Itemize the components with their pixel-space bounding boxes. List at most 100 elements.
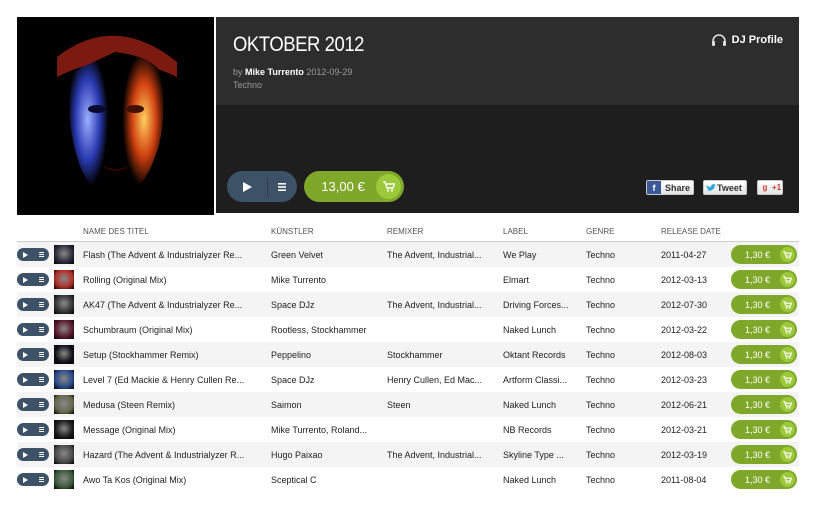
track-genre[interactable]: Techno [586,450,646,460]
buy-track-button[interactable]: 1,30 € [731,270,797,289]
track-label[interactable]: Naked Lunch [503,475,581,485]
track-title[interactable]: AK47 (The Advent & Industrialyzer Re... [83,300,263,310]
track-label[interactable]: Elmart [503,275,581,285]
track-remixer[interactable]: The Advent, Industrial... [387,300,497,310]
track-remixer[interactable]: Stockhammer [387,350,497,360]
track-thumbnail[interactable] [54,345,74,364]
track-label[interactable]: Naked Lunch [503,400,581,410]
track-artist[interactable]: Space DJz [271,375,381,385]
dj-profile-link[interactable]: DJ Profile [711,34,783,46]
track-title[interactable]: Flash (The Advent & Industrialyzer Re... [83,250,263,260]
track-play-button[interactable] [17,323,33,336]
buy-track-button[interactable]: 1,30 € [731,320,797,339]
track-genre[interactable]: Techno [586,325,646,335]
track-play-button[interactable] [17,423,33,436]
col-release-date-header[interactable]: RELEASE DATE [661,227,721,236]
playlist-button[interactable] [268,171,296,202]
track-label[interactable]: Skyline Type ... [503,450,581,460]
track-thumbnail[interactable] [54,470,74,489]
track-queue-button[interactable] [33,473,49,486]
buy-release-button[interactable]: 13,00 € [304,171,404,202]
table-row[interactable]: AK47 (The Advent & Industrialyzer Re... … [17,292,799,317]
col-remixer-header[interactable]: REMIXER [387,227,423,236]
track-title[interactable]: Level 7 (Ed Mackie & Henry Cullen Re... [83,375,263,385]
track-label[interactable]: Driving Forces... [503,300,581,310]
play-button[interactable] [227,171,267,202]
track-label[interactable]: Artform Classi... [503,375,581,385]
table-row[interactable]: Level 7 (Ed Mackie & Henry Cullen Re... … [17,367,799,392]
track-thumbnail[interactable] [54,270,74,289]
track-queue-button[interactable] [33,298,49,311]
track-genre[interactable]: Techno [586,375,646,385]
track-genre[interactable]: Techno [586,350,646,360]
track-remixer[interactable]: The Advent, Industrial... [387,450,497,460]
buy-track-button[interactable]: 1,30 € [731,445,797,464]
track-artist[interactable]: Mike Turrento [271,275,381,285]
track-queue-button[interactable] [33,448,49,461]
track-queue-button[interactable] [33,323,49,336]
track-title[interactable]: Awo Ta Kos (Original Mix) [83,475,263,485]
track-play-button[interactable] [17,273,33,286]
track-thumbnail[interactable] [54,445,74,464]
buy-track-button[interactable]: 1,30 € [731,470,797,489]
track-label[interactable]: Naked Lunch [503,325,581,335]
release-artist-link[interactable]: Mike Turrento [245,67,304,77]
track-play-button[interactable] [17,348,33,361]
track-artist[interactable]: Saimon [271,400,381,410]
track-play-button[interactable] [17,248,33,261]
track-genre[interactable]: Techno [586,425,646,435]
col-title-header[interactable]: NAME DES TITEL [83,227,149,236]
track-artist[interactable]: Green Velvet [271,250,381,260]
table-row[interactable]: Hazard (The Advent & Industrialyzer R...… [17,442,799,467]
buy-track-button[interactable]: 1,30 € [731,370,797,389]
table-row[interactable]: Rolling (Original Mix) Mike Turrento Elm… [17,267,799,292]
buy-track-button[interactable]: 1,30 € [731,420,797,439]
track-remixer[interactable]: Steen [387,400,497,410]
track-thumbnail[interactable] [54,395,74,414]
track-thumbnail[interactable] [54,295,74,314]
table-row[interactable]: Setup (Stockhammer Remix) Peppelino Stoc… [17,342,799,367]
track-play-button[interactable] [17,448,33,461]
track-queue-button[interactable] [33,423,49,436]
track-remixer[interactable]: Henry Cullen, Ed Mac... [387,375,497,385]
track-title[interactable]: Message (Original Mix) [83,425,263,435]
col-label-header[interactable]: LABEL [503,227,528,236]
table-row[interactable]: Awo Ta Kos (Original Mix) Sceptical C Na… [17,467,799,492]
table-row[interactable]: Medusa (Steen Remix) Saimon Steen Naked … [17,392,799,417]
track-genre[interactable]: Techno [586,475,646,485]
col-genre-header[interactable]: GENRE [586,227,614,236]
track-remixer[interactable]: The Advent, Industrial... [387,250,497,260]
track-thumbnail[interactable] [54,420,74,439]
track-play-button[interactable] [17,373,33,386]
facebook-share-button[interactable]: f Share [646,180,694,195]
buy-track-button[interactable]: 1,30 € [731,395,797,414]
track-title[interactable]: Rolling (Original Mix) [83,275,263,285]
table-row[interactable]: Flash (The Advent & Industrialyzer Re...… [17,242,799,267]
track-artist[interactable]: Rootless, Stockhammer [271,325,381,335]
track-thumbnail[interactable] [54,320,74,339]
track-play-button[interactable] [17,398,33,411]
col-artist-header[interactable]: KÜNSTLER [271,227,314,236]
buy-track-button[interactable]: 1,30 € [731,345,797,364]
tweet-button[interactable]: Tweet [703,180,747,195]
buy-track-button[interactable]: 1,30 € [731,295,797,314]
track-queue-button[interactable] [33,248,49,261]
track-queue-button[interactable] [33,348,49,361]
track-artist[interactable]: Peppelino [271,350,381,360]
track-artist[interactable]: Sceptical C [271,475,381,485]
track-title[interactable]: Medusa (Steen Remix) [83,400,263,410]
track-play-button[interactable] [17,298,33,311]
track-artist[interactable]: Space DJz [271,300,381,310]
track-label[interactable]: We Play [503,250,581,260]
google-plus-button[interactable]: g +1 [757,180,783,195]
table-row[interactable]: Message (Original Mix) Mike Turrento, Ro… [17,417,799,442]
track-label[interactable]: Oktant Records [503,350,581,360]
track-queue-button[interactable] [33,373,49,386]
track-thumbnail[interactable] [54,370,74,389]
track-title[interactable]: Schumbraum (Original Mix) [83,325,263,335]
track-label[interactable]: NB Records [503,425,581,435]
table-row[interactable]: Schumbraum (Original Mix) Rootless, Stoc… [17,317,799,342]
track-queue-button[interactable] [33,273,49,286]
track-artist[interactable]: Mike Turrento, Roland... [271,425,381,435]
track-thumbnail[interactable] [54,245,74,264]
